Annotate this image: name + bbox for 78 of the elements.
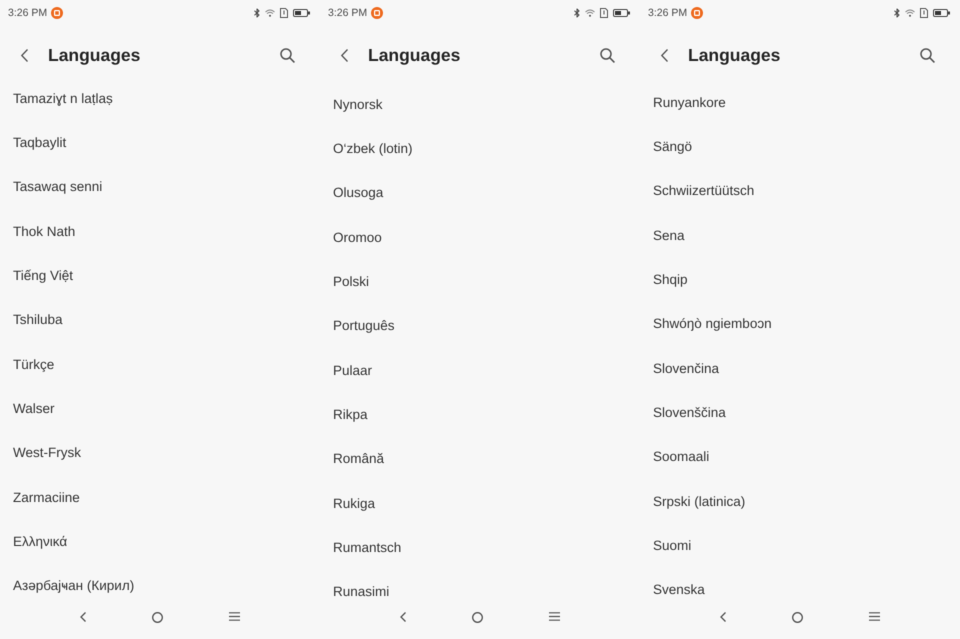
language-item[interactable]: Oromoo <box>320 224 640 250</box>
language-item[interactable]: Runyankore <box>640 89 960 115</box>
back-button[interactable] <box>661 48 668 62</box>
language-item[interactable]: Slovenščina <box>640 400 960 426</box>
nav-back-icon[interactable] <box>720 612 726 622</box>
search-icon <box>920 48 935 62</box>
language-item[interactable]: Pulaar <box>320 357 640 384</box>
sim-card-icon <box>280 8 288 18</box>
wifi-icon <box>905 9 915 17</box>
language-item[interactable]: Shqip <box>640 266 960 292</box>
search-button[interactable] <box>600 48 615 62</box>
back-button[interactable] <box>341 48 348 62</box>
screen-title: Languages <box>368 44 460 66</box>
battery-icon <box>293 9 310 17</box>
notification-icon <box>51 7 64 19</box>
battery-icon <box>613 9 630 17</box>
status-time: 3:26 PM <box>648 7 688 19</box>
nav-home-icon[interactable] <box>472 612 483 623</box>
language-item[interactable]: Thok Nath <box>0 218 320 244</box>
language-item[interactable]: Walser <box>0 396 320 422</box>
bluetooth-icon <box>254 8 260 18</box>
status-time: 3:26 PM <box>328 7 368 19</box>
language-item[interactable]: Tshiluba <box>0 306 320 333</box>
battery-icon <box>933 9 950 17</box>
nav-back-icon[interactable] <box>80 612 86 622</box>
language-item[interactable]: Română <box>320 446 640 472</box>
language-item[interactable]: Tiếng Việt <box>0 262 320 288</box>
language-item[interactable]: Sängö <box>640 133 960 160</box>
back-icon <box>341 48 348 62</box>
language-item[interactable]: Shwóŋò ngiemboɔn <box>640 310 960 337</box>
language-item[interactable]: Rukiga <box>320 490 640 516</box>
language-item[interactable]: Svenska <box>640 576 960 603</box>
search-icon <box>600 48 615 62</box>
language-item[interactable]: Schwiizertüütsch <box>640 178 960 204</box>
back-icon <box>661 48 668 62</box>
language-item[interactable]: Suomi <box>640 532 960 559</box>
nav-home-icon[interactable] <box>152 612 163 623</box>
screen-title: Languages <box>48 44 140 66</box>
notification-icon <box>691 7 704 19</box>
language-item[interactable]: Taqbaylit <box>0 129 320 156</box>
nav-home-icon[interactable] <box>792 612 803 623</box>
search-button[interactable] <box>920 48 935 62</box>
language-item[interactable]: Tamaziɣt n laṭlaṣ <box>0 85 320 111</box>
language-item[interactable]: Rumantsch <box>320 534 640 561</box>
nav-menu-icon[interactable] <box>549 612 560 621</box>
language-item[interactable]: Slovenčina <box>640 355 960 382</box>
language-item[interactable]: Rikpa <box>320 402 640 428</box>
language-item[interactable]: O‘zbek (lotin) <box>320 135 640 162</box>
back-icon <box>21 48 28 62</box>
screen-title: Languages <box>688 44 780 66</box>
status-time: 3:26 PM <box>8 7 48 19</box>
language-item[interactable]: Sena <box>640 222 960 248</box>
language-item[interactable]: Tasawaq senni <box>0 174 320 200</box>
nav-back-icon[interactable] <box>400 612 406 622</box>
language-item[interactable]: Nynorsk <box>320 91 640 117</box>
language-item[interactable]: West-Frysk <box>0 440 320 466</box>
language-item[interactable]: Türkçe <box>0 351 320 378</box>
nav-menu-icon[interactable] <box>869 612 880 621</box>
language-item[interactable]: Polski <box>320 268 640 294</box>
language-item[interactable]: Азәрбајҹан (Кирил) <box>0 572 320 599</box>
language-item[interactable]: Srpski (latinica) <box>640 488 960 514</box>
nav-menu-icon[interactable] <box>229 612 240 621</box>
bluetooth-icon <box>574 8 580 18</box>
language-item[interactable]: Ελληνικά <box>0 528 320 555</box>
notification-icon <box>371 7 384 19</box>
language-item[interactable]: Soomaali <box>640 444 960 470</box>
language-item[interactable]: Português <box>320 312 640 339</box>
sim-card-icon <box>600 8 608 18</box>
bluetooth-icon <box>894 8 900 18</box>
wifi-icon <box>585 9 595 17</box>
search-button[interactable] <box>280 48 295 62</box>
sim-card-icon <box>920 8 928 18</box>
language-item[interactable]: Zarmaciine <box>0 484 320 510</box>
language-item[interactable]: Olusoga <box>320 180 640 206</box>
wifi-icon <box>265 9 275 17</box>
language-item[interactable]: Runasimi <box>320 578 640 605</box>
back-button[interactable] <box>21 48 28 62</box>
search-icon <box>280 48 295 62</box>
